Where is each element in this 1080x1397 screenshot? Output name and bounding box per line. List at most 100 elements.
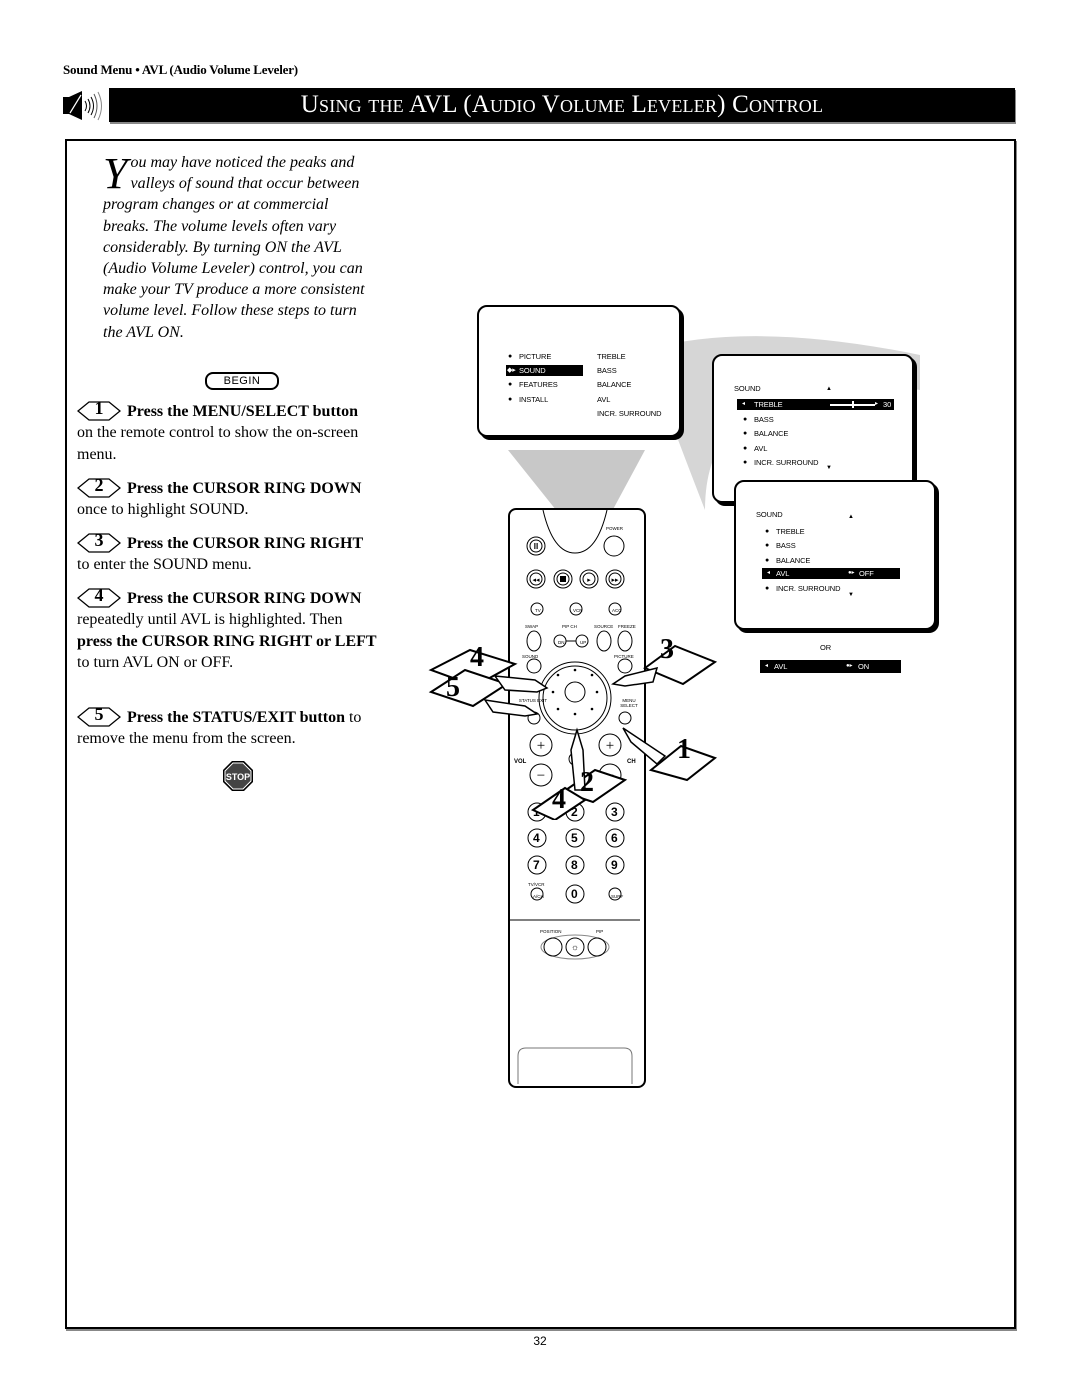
speaker-icon	[63, 91, 102, 121]
step-1: 1 Press the MENU/SELECT button on the re…	[77, 398, 377, 465]
menu-item-treble-selected[interactable]: ◂ TREBLE ▸ 30	[737, 399, 894, 410]
or-label: OR	[820, 643, 832, 652]
menu-item-balance[interactable]: BALANCE	[765, 555, 811, 566]
submenu-item-incr-surround: INCR. SURROUND	[597, 409, 662, 418]
callout-diamond-3	[642, 644, 718, 686]
position-label: POSITION	[540, 929, 562, 934]
digit-button-0[interactable]: 0	[571, 887, 578, 901]
digit-button-4[interactable]: 4	[533, 831, 540, 845]
menu-item-bass[interactable]: BASS	[765, 540, 796, 551]
step-instruction: Press the CURSOR RING RIGHT	[127, 535, 364, 552]
menu-item-label: SOUND	[519, 366, 546, 375]
step-detail: to enter the SOUND menu.	[77, 556, 252, 574]
step-instruction: Press the CURSOR RING DOWN	[127, 480, 362, 497]
svg-text:☼: ☼	[571, 942, 579, 952]
digit-button-6[interactable]: 6	[611, 831, 618, 845]
digit-button-8[interactable]: 8	[571, 858, 578, 872]
svg-text:◂◂: ◂◂	[532, 576, 540, 584]
pointing-hand-icon	[622, 727, 667, 766]
pip-label: PIP	[596, 929, 604, 934]
digit-button-5[interactable]: 5	[571, 831, 578, 845]
tvvcr-label: TV/VCR	[528, 882, 545, 887]
tv-button[interactable]: TV	[535, 608, 541, 613]
avl-value: OFF	[859, 569, 874, 578]
digit-button-9[interactable]: 9	[611, 858, 618, 872]
step-2: 2 Press the CURSOR RING DOWN once to hig…	[77, 475, 377, 521]
step-number-diamond: 2	[77, 475, 121, 498]
svg-text:▸▸: ▸▸	[611, 576, 619, 584]
page-title-bar: Using the AVL (Audio Volume Leveler) Con…	[109, 88, 1015, 122]
callout-number-5: 5	[446, 672, 460, 703]
menu-item-treble[interactable]: TREBLE	[765, 526, 805, 537]
step-number: 1	[94, 398, 104, 418]
step-detail: once to highlight SOUND.	[77, 501, 249, 519]
menu-item-avl-selected[interactable]: ◂ AVL ●▸ OFF	[762, 568, 900, 579]
vcr-button[interactable]: VCR	[573, 608, 583, 613]
step-3: 3 Press the CURSOR RING RIGHT to enter t…	[77, 530, 377, 576]
menu-item-avl[interactable]: AVL	[743, 443, 768, 454]
toggle-arrow-icon: ●▸	[846, 663, 853, 669]
callout-number-2: 2	[580, 767, 594, 798]
step-number: 5	[94, 704, 104, 724]
page-number: 32	[533, 1334, 547, 1348]
menu-item-incr-surround[interactable]: INCR. SURROUND	[743, 457, 819, 468]
intro-paragraph: You may have noticed the peaks and valle…	[103, 152, 378, 343]
callout-number-1: 1	[677, 734, 691, 765]
scroll-up-icon[interactable]: ▲	[826, 384, 832, 395]
step-instruction: Press the MENU/SELECT button	[127, 403, 358, 420]
step-detail: repeatedly until AVL is highlighted. The…	[77, 611, 343, 629]
sound-menu-avl-screen: SOUND ▲ TREBLE BASS BALANCE ◂ AVL ●▸ OFF…	[734, 480, 936, 630]
surf-button[interactable]: SURF	[611, 894, 623, 899]
step-instruction-2: press the CURSOR RING RIGHT or LEFT	[77, 632, 377, 650]
scroll-up-icon[interactable]: ▲	[848, 512, 854, 523]
treble-value: 30	[883, 400, 892, 409]
menu-item-incr-surround[interactable]: INCR. SURROUND	[765, 583, 841, 594]
avl-on-value: ON	[858, 662, 870, 671]
scroll-down-icon[interactable]: ▼	[826, 463, 832, 474]
acc-button[interactable]: ACC	[612, 608, 622, 613]
step-number: 4	[94, 585, 104, 605]
left-arrow-icon: ◂	[767, 570, 770, 576]
digit-button-7[interactable]: 7	[533, 858, 540, 872]
freeze-label: FREEZE	[618, 624, 636, 629]
cursor-icon: ◆▸	[507, 367, 516, 374]
source-label: SOURCE	[594, 624, 614, 629]
right-arrow-icon: ▸	[875, 401, 878, 407]
left-arrow-icon: ◂	[765, 663, 768, 669]
menu-item-picture[interactable]: PICTURE	[508, 351, 551, 362]
pip-ch-label: PIP CH	[562, 624, 577, 629]
main-menu-screen: PICTURE ◆▸ SOUND FEATURES INSTALL TREBLE…	[477, 305, 681, 437]
submenu-item-balance: BALANCE	[597, 380, 632, 389]
ach-button[interactable]: A/CH	[533, 894, 544, 899]
step-number-diamond: 1	[77, 398, 121, 421]
page-title: Using the AVL (Audio Volume Leveler) Con…	[300, 91, 824, 118]
menu-item-features[interactable]: FEATURES	[508, 379, 558, 390]
menu-item-install[interactable]: INSTALL	[508, 394, 548, 405]
pointing-hand-icon	[493, 675, 549, 693]
submenu-item-treble: TREBLE	[597, 352, 626, 361]
step-number-diamond: 3	[77, 530, 121, 553]
step-number: 2	[94, 475, 104, 495]
step-detail: on the remote control to show the on-scr…	[77, 424, 359, 463]
stop-sign-icon: STOP	[223, 761, 253, 791]
avl-on-bar[interactable]: ◂ AVL ●▸ ON	[760, 660, 901, 673]
menu-item-balance[interactable]: BALANCE	[743, 428, 789, 439]
svg-text:II: II	[534, 542, 538, 551]
menu-item-bass[interactable]: BASS	[743, 414, 774, 425]
pointing-hand-icon	[611, 666, 659, 687]
menu-item-sound-selected[interactable]: ◆▸ SOUND	[506, 365, 583, 376]
callout-number-4: 4	[470, 642, 484, 673]
callout-number-4b: 4	[552, 784, 566, 815]
step-5: 5 Press the STATUS/EXIT button to remove…	[77, 704, 377, 750]
step-4: 4 Press the CURSOR RING DOWN repeatedly …	[77, 585, 377, 673]
left-arrow-icon: ◂	[742, 401, 745, 407]
treble-slider-knob[interactable]	[851, 401, 854, 408]
step-instruction: Press the STATUS/EXIT button	[127, 709, 345, 726]
menu-item-label: TREBLE	[754, 400, 783, 409]
scroll-down-icon[interactable]: ▼	[848, 590, 854, 601]
submenu-item-avl: AVL	[597, 395, 611, 404]
swap-label: SWAP	[525, 624, 539, 629]
begin-badge: BEGIN	[205, 372, 279, 390]
toggle-arrow-icon: ●▸	[848, 570, 855, 576]
intro-text: ou may have noticed the peaks and valley…	[103, 154, 365, 341]
